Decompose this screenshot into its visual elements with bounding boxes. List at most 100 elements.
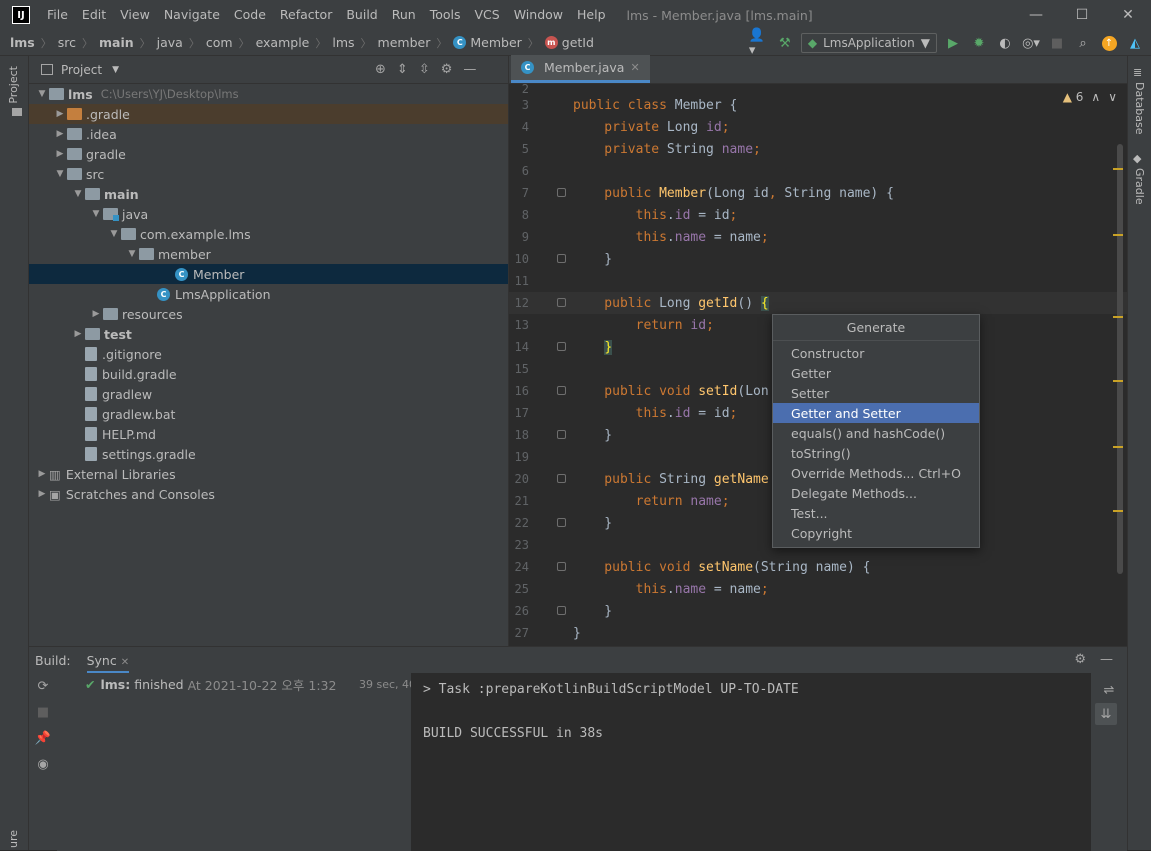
fold-icon[interactable] (557, 342, 566, 351)
run-icon[interactable]: ▶ (943, 33, 963, 53)
expand-arrow-icon[interactable]: ▶ (53, 109, 67, 119)
expand-arrow-icon[interactable]: ▼ (35, 89, 49, 99)
expand-arrow-icon[interactable]: ▼ (53, 169, 67, 179)
generate-item[interactable]: Test... (773, 503, 979, 523)
database-tool-tab[interactable]: Database (1133, 82, 1146, 135)
fold-icon[interactable] (557, 298, 566, 307)
tree-item[interactable]: settings.gradle (29, 444, 508, 464)
debug-icon[interactable]: ✹ (969, 33, 989, 53)
warning-stripe[interactable] (1113, 316, 1123, 318)
tree-item[interactable]: ▶ .gradle (29, 104, 508, 124)
breadcrumb-item[interactable]: java (157, 35, 183, 50)
warning-stripe[interactable] (1113, 234, 1123, 236)
coverage-icon[interactable]: ◐ (995, 33, 1015, 53)
breadcrumb-item[interactable]: member (378, 35, 431, 50)
expand-arrow-icon[interactable]: ▶ (35, 489, 49, 499)
menu-run[interactable]: Run (385, 0, 423, 30)
build-output-console[interactable]: > Task :prepareKotlinBuildScriptModel UP… (411, 673, 1091, 851)
code-line[interactable]: 5 private String name; (509, 138, 1127, 160)
project-tool-tab[interactable]: Project (7, 66, 20, 104)
code-line[interactable]: 11 (509, 270, 1127, 292)
tree-item[interactable]: C Member (29, 264, 508, 284)
menu-window[interactable]: Window (507, 0, 570, 30)
eye-icon[interactable]: ◉ (29, 751, 57, 777)
chevron-down-icon[interactable]: ▼ (112, 65, 119, 75)
scroll-to-end-icon[interactable]: ⇊ (1095, 703, 1117, 725)
warning-stripe[interactable] (1113, 380, 1123, 382)
expand-arrow-icon[interactable]: ▶ (53, 129, 67, 139)
generate-item[interactable]: Constructor (773, 343, 979, 363)
code-line[interactable]: 4 private Long id; (509, 116, 1127, 138)
menu-edit[interactable]: Edit (75, 0, 113, 30)
warning-stripe[interactable] (1113, 168, 1123, 170)
breadcrumb-item[interactable]: example (256, 35, 310, 50)
tree-item[interactable]: ▶ ▥ External Libraries (29, 464, 508, 484)
expand-arrow-icon[interactable]: ▶ (53, 149, 67, 159)
generate-item[interactable]: Getter (773, 363, 979, 383)
generate-item[interactable]: Copyright (773, 523, 979, 543)
fold-icon[interactable] (557, 562, 566, 571)
collapse-all-icon[interactable]: ⇳ (419, 62, 430, 77)
tree-item[interactable]: ▼ com.example.lms (29, 224, 508, 244)
expand-arrow-icon[interactable]: ▼ (71, 189, 85, 199)
build-hammer-icon[interactable]: ⚒ (775, 33, 795, 53)
warning-stripe[interactable] (1113, 446, 1123, 448)
fold-icon[interactable] (557, 518, 566, 527)
maximize-button[interactable]: ☐ (1059, 0, 1105, 30)
fold-icon[interactable] (557, 474, 566, 483)
tree-item[interactable]: HELP.md (29, 424, 508, 444)
menu-file[interactable]: File (40, 0, 75, 30)
breadcrumb-item[interactable]: src (58, 35, 76, 50)
generate-item[interactable]: Override Methods... Ctrl+O (773, 463, 979, 483)
fold-icon[interactable] (557, 188, 566, 197)
stop-icon[interactable]: ■ (29, 699, 57, 725)
search-icon[interactable]: ⌕ (1073, 33, 1093, 53)
breadcrumb-item[interactable]: m getId (544, 35, 594, 50)
expand-arrow-icon[interactable]: ▼ (125, 249, 139, 259)
expand-arrow-icon[interactable]: ▶ (35, 469, 49, 479)
code-line[interactable]: 12 public Long getId() { (509, 292, 1127, 314)
toolbox-icon[interactable]: ◭ (1125, 33, 1145, 53)
menu-code[interactable]: Code (227, 0, 273, 30)
inspection-widget[interactable]: ▲ 6 ∧ ∨ (1063, 90, 1117, 104)
tree-item[interactable]: ▶ ▣ Scratches and Consoles (29, 484, 508, 504)
previous-highlight-icon[interactable]: ∧ (1091, 90, 1100, 104)
hide-icon[interactable]: — (463, 62, 476, 77)
tab-member-java[interactable]: C Member.java ✕ (511, 55, 650, 83)
menu-build[interactable]: Build (339, 0, 384, 30)
tree-item[interactable]: ▶ .idea (29, 124, 508, 144)
menu-help[interactable]: Help (570, 0, 613, 30)
tree-item[interactable]: ▶ resources (29, 304, 508, 324)
tab-sync[interactable]: Sync ✕ (86, 653, 130, 674)
minimize-button[interactable]: — (1013, 0, 1059, 30)
build-result-row[interactable]: ✔ lms: finished At 2021-10-22 오후 1:32 39… (57, 673, 443, 695)
structure-tool-tab[interactable]: ure (7, 830, 20, 848)
run-configuration-select[interactable]: ◆ LmsApplication ▼ (800, 33, 937, 53)
generate-item[interactable]: Getter and Setter (773, 403, 979, 423)
update-icon[interactable]: ↑ (1099, 33, 1119, 53)
sync-icon[interactable]: ⟳ (29, 673, 57, 699)
menu-view[interactable]: View (113, 0, 157, 30)
user-icon[interactable]: 👤▾ (749, 28, 769, 58)
breadcrumb-item[interactable]: C Member (453, 35, 522, 50)
menu-navigate[interactable]: Navigate (157, 0, 227, 30)
tree-item[interactable]: C LmsApplication (29, 284, 508, 304)
close-icon[interactable]: ✕ (630, 61, 639, 74)
gear-icon[interactable]: ⚙ (441, 62, 453, 77)
expand-arrow-icon[interactable]: ▼ (107, 229, 121, 239)
tree-item[interactable]: .gitignore (29, 344, 508, 364)
code-line[interactable]: 7 public Member(Long id, String name) { (509, 182, 1127, 204)
tree-item[interactable]: ▼ member (29, 244, 508, 264)
code-line[interactable]: 2 (509, 82, 1127, 96)
close-icon[interactable]: ✕ (121, 657, 129, 668)
soft-wrap-icon[interactable]: ⇌ (1095, 677, 1123, 703)
code-line[interactable]: 10 } (509, 248, 1127, 270)
code-line[interactable]: 26 } (509, 600, 1127, 622)
generate-item[interactable]: toString() (773, 443, 979, 463)
profile-icon[interactable]: ◎▾ (1021, 33, 1041, 53)
tree-item[interactable]: ▶ test (29, 324, 508, 344)
tree-item[interactable]: ▼ main (29, 184, 508, 204)
menu-refactor[interactable]: Refactor (273, 0, 339, 30)
gear-icon[interactable]: ⚙ (1074, 652, 1086, 667)
close-button[interactable]: ✕ (1105, 0, 1151, 30)
